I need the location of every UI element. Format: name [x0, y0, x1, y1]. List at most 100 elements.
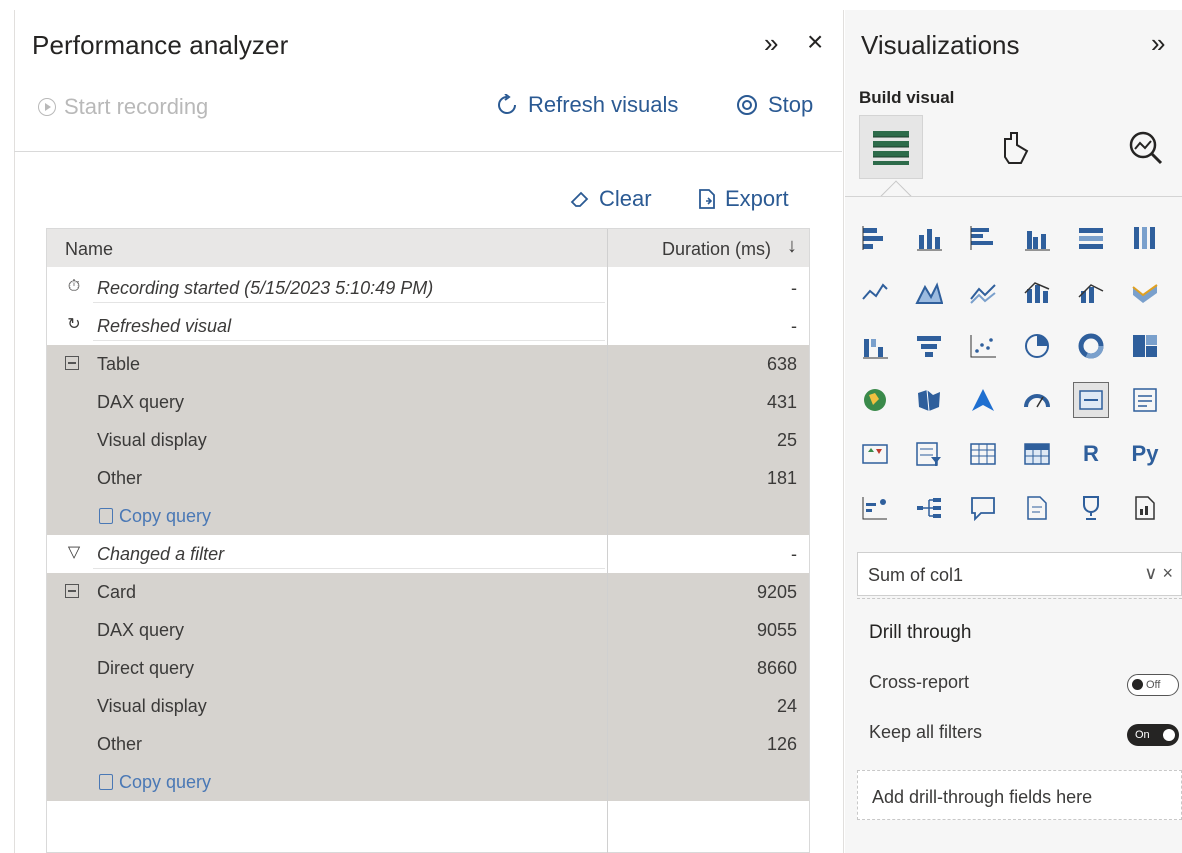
- chevron-down-icon[interactable]: ∨: [1144, 563, 1157, 583]
- trophy-goals-icon[interactable]: [1073, 490, 1109, 526]
- collapse-pane-icon[interactable]: »: [764, 28, 778, 59]
- treemap-icon[interactable]: [1127, 328, 1163, 364]
- analytics-magnifier-icon: [1129, 131, 1163, 165]
- collapse-icon[interactable]: [65, 356, 79, 370]
- clear-label: Clear: [599, 186, 652, 211]
- toggle-state-label: On: [1135, 729, 1150, 741]
- waterfall-chart-icon[interactable]: [857, 328, 893, 364]
- refresh-visuals-button[interactable]: Refresh visuals: [496, 92, 678, 118]
- copy-icon: [99, 774, 113, 790]
- divider: [845, 196, 1182, 197]
- pane-title: Performance analyzer: [32, 30, 289, 60]
- export-button[interactable]: Export: [697, 186, 789, 212]
- multi-row-card-icon[interactable]: [1127, 382, 1163, 418]
- donut-chart-icon[interactable]: [1073, 328, 1109, 364]
- table-row[interactable]: DAX query 9055: [47, 611, 809, 649]
- filled-map-icon[interactable]: [911, 382, 947, 418]
- table-row[interactable]: Visual display 24: [47, 687, 809, 725]
- collapse-pane-icon[interactable]: »: [1151, 28, 1165, 59]
- start-recording-button[interactable]: Start recording: [38, 94, 208, 120]
- table-row[interactable]: Direct query 8660: [47, 649, 809, 687]
- field-well-item[interactable]: Sum of col1 ∨ ×: [857, 552, 1182, 596]
- stop-icon: [737, 95, 757, 115]
- cross-report-toggle[interactable]: Off: [1127, 674, 1179, 696]
- table-row[interactable]: ▽ Changed a filter -: [47, 535, 809, 573]
- 100-percent-bar-chart-icon[interactable]: [1073, 220, 1109, 256]
- export-label: Export: [725, 186, 789, 211]
- build-visual-label: Build visual: [859, 88, 955, 107]
- paginated-report-icon[interactable]: [1127, 490, 1163, 526]
- table-row[interactable]: Copy query: [47, 497, 809, 535]
- 100-percent-column-chart-icon[interactable]: [1127, 220, 1163, 256]
- remove-field-icon[interactable]: ×: [1162, 563, 1173, 583]
- table-group-row[interactable]: Card 9205: [47, 573, 809, 611]
- table-group-row[interactable]: Table 638: [47, 345, 809, 383]
- decomposition-tree-icon[interactable]: [911, 490, 947, 526]
- close-icon[interactable]: ×: [807, 26, 823, 58]
- row-duration: -: [791, 316, 797, 336]
- pane-title: Visualizations: [861, 30, 1020, 60]
- python-visual-icon[interactable]: Py: [1127, 436, 1163, 472]
- row-name: Card: [97, 582, 137, 602]
- qa-icon[interactable]: [965, 490, 1001, 526]
- drill-through-drop-zone[interactable]: Add drill-through fields here: [857, 770, 1182, 820]
- map-icon[interactable]: [857, 382, 893, 418]
- row-divider: [93, 340, 605, 341]
- table-row[interactable]: DAX query 431: [47, 383, 809, 421]
- refresh-icon: [498, 94, 516, 114]
- smart-narrative-icon[interactable]: [1019, 490, 1055, 526]
- card-visual-icon[interactable]: [1073, 382, 1109, 418]
- sort-descending-icon[interactable]: ↓: [787, 235, 797, 258]
- gauge-icon[interactable]: [1019, 382, 1055, 418]
- line-and-clustered-column-chart-icon[interactable]: [1073, 274, 1109, 310]
- collapse-icon[interactable]: [65, 584, 79, 598]
- kpi-icon[interactable]: [857, 436, 893, 472]
- funnel-chart-icon[interactable]: [911, 328, 947, 364]
- azure-map-icon[interactable]: [965, 382, 1001, 418]
- clear-button[interactable]: Clear: [569, 186, 652, 212]
- line-chart-icon[interactable]: [857, 274, 893, 310]
- clustered-bar-chart-icon[interactable]: [965, 220, 1001, 256]
- stacked-column-chart-icon[interactable]: [911, 220, 947, 256]
- divider: [857, 598, 1182, 599]
- column-header-duration[interactable]: Duration (ms): [662, 239, 771, 260]
- tab-analytics[interactable]: [1113, 115, 1177, 179]
- copy-query-link[interactable]: Copy query: [119, 772, 211, 793]
- row-duration: 9055: [756, 620, 797, 640]
- table-row[interactable]: Copy query: [47, 763, 809, 801]
- matrix-icon[interactable]: [1019, 436, 1055, 472]
- visualizations-pane: Visualizations » Build visual R Py Sum o…: [845, 10, 1182, 853]
- row-duration: 9205: [756, 582, 797, 602]
- copy-query-link[interactable]: Copy query: [119, 506, 211, 527]
- clustered-column-chart-icon[interactable]: [1019, 220, 1055, 256]
- key-influencers-icon[interactable]: [857, 490, 893, 526]
- stop-button[interactable]: Stop: [736, 92, 813, 118]
- filter-icon: ▽: [67, 544, 81, 561]
- r-script-visual-icon[interactable]: R: [1073, 436, 1109, 472]
- table-row[interactable]: ↻ Refreshed visual -: [47, 307, 809, 345]
- slicer-icon[interactable]: [911, 436, 947, 472]
- column-header-name[interactable]: Name: [65, 239, 113, 260]
- tab-build-visual[interactable]: [859, 115, 923, 179]
- stacked-bar-chart-icon[interactable]: [857, 220, 893, 256]
- tab-format-visual[interactable]: [985, 115, 1049, 179]
- table-row[interactable]: Visual display 25: [47, 421, 809, 459]
- row-divider: [93, 302, 605, 303]
- pie-chart-icon[interactable]: [1019, 328, 1055, 364]
- table-icon[interactable]: [965, 436, 1001, 472]
- copy-icon: [99, 508, 113, 524]
- stop-label: Stop: [768, 92, 814, 117]
- row-name: Refreshed visual: [97, 316, 232, 336]
- scatter-chart-icon[interactable]: [965, 328, 1001, 364]
- row-name: DAX query: [97, 620, 185, 640]
- table-row[interactable]: Other 181: [47, 459, 809, 497]
- area-chart-icon[interactable]: [911, 274, 947, 310]
- keep-all-filters-toggle[interactable]: On: [1127, 724, 1179, 746]
- refresh-visuals-label: Refresh visuals: [528, 92, 679, 117]
- table-row[interactable]: ⏱ Recording started (5/15/2023 5:10:49 PM…: [47, 269, 809, 307]
- table-row[interactable]: Other 126: [47, 725, 809, 763]
- stacked-area-chart-icon[interactable]: [965, 274, 1001, 310]
- row-name: Recording started (5/15/2023 5:10:49 PM): [97, 278, 434, 298]
- ribbon-chart-icon[interactable]: [1127, 274, 1163, 310]
- line-and-stacked-column-chart-icon[interactable]: [1019, 274, 1055, 310]
